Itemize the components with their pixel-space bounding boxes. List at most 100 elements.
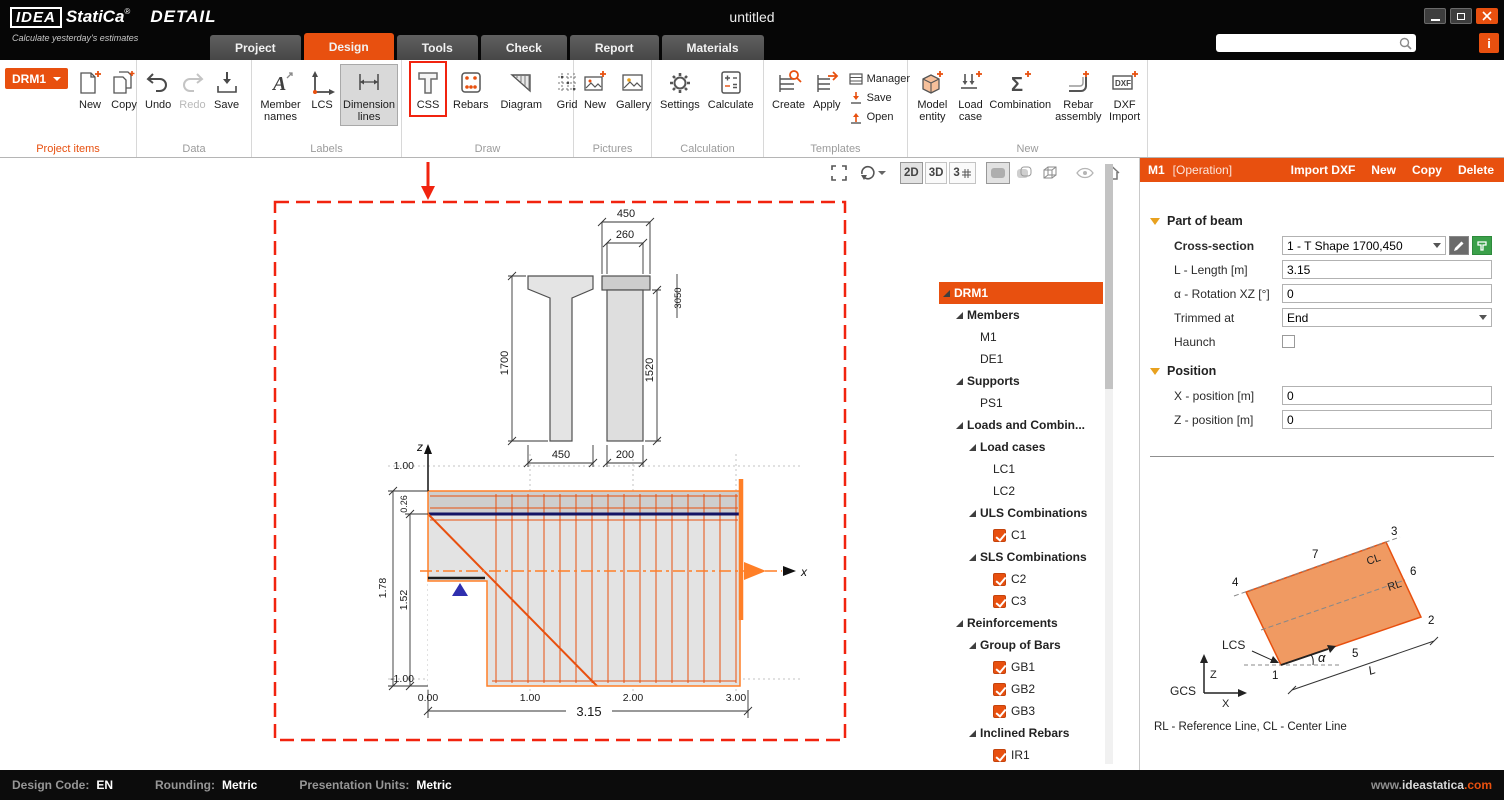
length-input[interactable] [1282, 260, 1492, 279]
tree-item-ir1[interactable]: IR1 [939, 744, 1103, 766]
cross-section-dropdown[interactable]: 1 - T Shape 1700,450 [1282, 236, 1446, 255]
scrollbar-thumb[interactable] [1105, 164, 1113, 389]
expander-icon[interactable] [969, 444, 976, 451]
tree-item-gb3[interactable]: GB3 [939, 700, 1103, 722]
expander-icon[interactable] [956, 378, 963, 385]
checkbox-checked-icon[interactable] [993, 661, 1006, 674]
expander-icon[interactable] [956, 422, 963, 429]
expander-icon[interactable] [969, 730, 976, 737]
tree-item-lc2[interactable]: LC2 [939, 480, 1103, 502]
combination-button[interactable]: Σ Combination [989, 64, 1051, 114]
tab-report[interactable]: Report [570, 35, 659, 60]
checkbox-checked-icon[interactable] [993, 683, 1006, 696]
expander-icon[interactable] [969, 510, 976, 517]
tree-item-loads-and-combinations[interactable]: Loads and Combin... [939, 414, 1103, 436]
open-template-button[interactable]: Open [849, 110, 910, 124]
diagram-button[interactable]: Diagram [497, 64, 545, 114]
member-names-button[interactable]: A Member names [257, 64, 304, 126]
dxf-import-button[interactable]: DXF DXF Import [1105, 64, 1144, 126]
search-input[interactable] [1220, 36, 1399, 50]
minimize-button[interactable] [1424, 8, 1446, 24]
checkbox-checked-icon[interactable] [993, 573, 1006, 586]
tree-item-m1[interactable]: M1 [939, 326, 1103, 348]
view-2d-button[interactable]: 2D [900, 162, 923, 184]
tab-check[interactable]: Check [481, 35, 567, 60]
x-position-input[interactable] [1282, 386, 1492, 405]
copy-project-item-button[interactable]: Copy [108, 64, 140, 114]
expander-icon[interactable] [956, 620, 963, 627]
section-expander-icon[interactable] [1150, 368, 1160, 375]
view-3d-button[interactable]: 3D [925, 162, 948, 184]
info-button[interactable]: i [1479, 33, 1499, 53]
section-expander-icon[interactable] [1150, 218, 1160, 225]
tree-item-drm1[interactable]: DRM1 [939, 282, 1103, 304]
trimmed-at-select[interactable]: End [1282, 308, 1492, 327]
visibility-button[interactable] [1072, 162, 1098, 184]
save-button[interactable]: Save [211, 64, 243, 114]
css-button[interactable]: CSS [412, 64, 444, 114]
tree-item-group-of-bars[interactable]: Group of Bars [939, 634, 1103, 656]
render-wireframe-button[interactable] [1038, 162, 1062, 184]
expander-icon[interactable] [969, 554, 976, 561]
load-case-button[interactable]: Load case [954, 64, 988, 126]
expander-icon[interactable] [943, 290, 950, 297]
tree-item-supports[interactable]: Supports [939, 370, 1103, 392]
new-picture-button[interactable]: New [579, 64, 611, 114]
tree-item-c1[interactable]: C1 [939, 524, 1103, 546]
tree-item-gb1[interactable]: GB1 [939, 656, 1103, 678]
tree-item-gb2[interactable]: GB2 [939, 678, 1103, 700]
gallery-button[interactable]: Gallery [613, 64, 654, 114]
import-dxf-button[interactable]: Import DXF [1291, 163, 1356, 177]
model-entity-button[interactable]: Model entity [913, 64, 952, 126]
tab-materials[interactable]: Materials [662, 35, 764, 60]
tab-design[interactable]: Design [304, 33, 394, 60]
tree-item-reinforcements[interactable]: Reinforcements [939, 612, 1103, 634]
rebar-assembly-button[interactable]: Rebar assembly [1053, 64, 1103, 126]
tree-item-uls-combinations[interactable]: ULS Combinations [939, 502, 1103, 524]
calculate-button[interactable]: Calculate [705, 64, 757, 114]
close-button[interactable] [1476, 8, 1498, 24]
tree-item-c3[interactable]: C3 [939, 590, 1103, 612]
z-position-input[interactable] [1282, 410, 1492, 429]
expander-icon[interactable] [956, 312, 963, 319]
view-axonometry-button[interactable]: 3 [949, 162, 975, 184]
rotate-view-button[interactable] [854, 162, 890, 184]
cross-section-preview-button[interactable] [1472, 236, 1492, 255]
save-template-button[interactable]: Save [849, 91, 910, 105]
lcs-button[interactable]: LCS [306, 64, 338, 114]
new-project-item-button[interactable]: New [74, 64, 106, 114]
checkbox-checked-icon[interactable] [993, 595, 1006, 608]
edit-cross-section-button[interactable] [1449, 236, 1469, 255]
tree-item-inclined-rebars[interactable]: Inclined Rebars [939, 722, 1103, 744]
rotation-input[interactable] [1282, 284, 1492, 303]
tab-tools[interactable]: Tools [397, 35, 478, 60]
checkbox-checked-icon[interactable] [993, 705, 1006, 718]
tree-scrollbar[interactable] [1105, 164, 1113, 764]
settings-button[interactable]: Settings [657, 64, 703, 114]
tree-item-load-cases[interactable]: Load cases [939, 436, 1103, 458]
create-template-button[interactable]: Create [769, 64, 808, 114]
tree-item-sls-combinations[interactable]: SLS Combinations [939, 546, 1103, 568]
delete-operation-button[interactable]: Delete [1458, 163, 1494, 177]
tree-item-de1[interactable]: DE1 [939, 348, 1103, 370]
render-transparent-button[interactable] [1012, 162, 1036, 184]
rebars-button[interactable]: Rebars [450, 64, 491, 114]
tree-item-ps1[interactable]: PS1 [939, 392, 1103, 414]
tree-item-c2[interactable]: C2 [939, 568, 1103, 590]
haunch-checkbox[interactable] [1282, 335, 1295, 348]
expander-icon[interactable] [969, 642, 976, 649]
dimension-lines-button[interactable]: Dimension lines [340, 64, 398, 126]
checkbox-checked-icon[interactable] [993, 529, 1006, 542]
project-item-dropdown[interactable]: DRM1 [5, 68, 68, 89]
undo-button[interactable]: Undo [142, 64, 174, 114]
tree-item-members[interactable]: Members [939, 304, 1103, 326]
tab-project[interactable]: Project [210, 35, 301, 60]
canvas[interactable]: 450 260 1700 1520 3050 450 200 [0, 158, 1139, 770]
redo-button[interactable]: Redo [176, 64, 208, 114]
render-solid-button[interactable] [986, 162, 1010, 184]
new-operation-button[interactable]: New [1371, 163, 1396, 177]
tree-item-lc1[interactable]: LC1 [939, 458, 1103, 480]
template-manager-button[interactable]: Manager [849, 72, 910, 86]
website-link[interactable]: www.ideastatica.com [1371, 778, 1492, 792]
checkbox-checked-icon[interactable] [993, 749, 1006, 762]
